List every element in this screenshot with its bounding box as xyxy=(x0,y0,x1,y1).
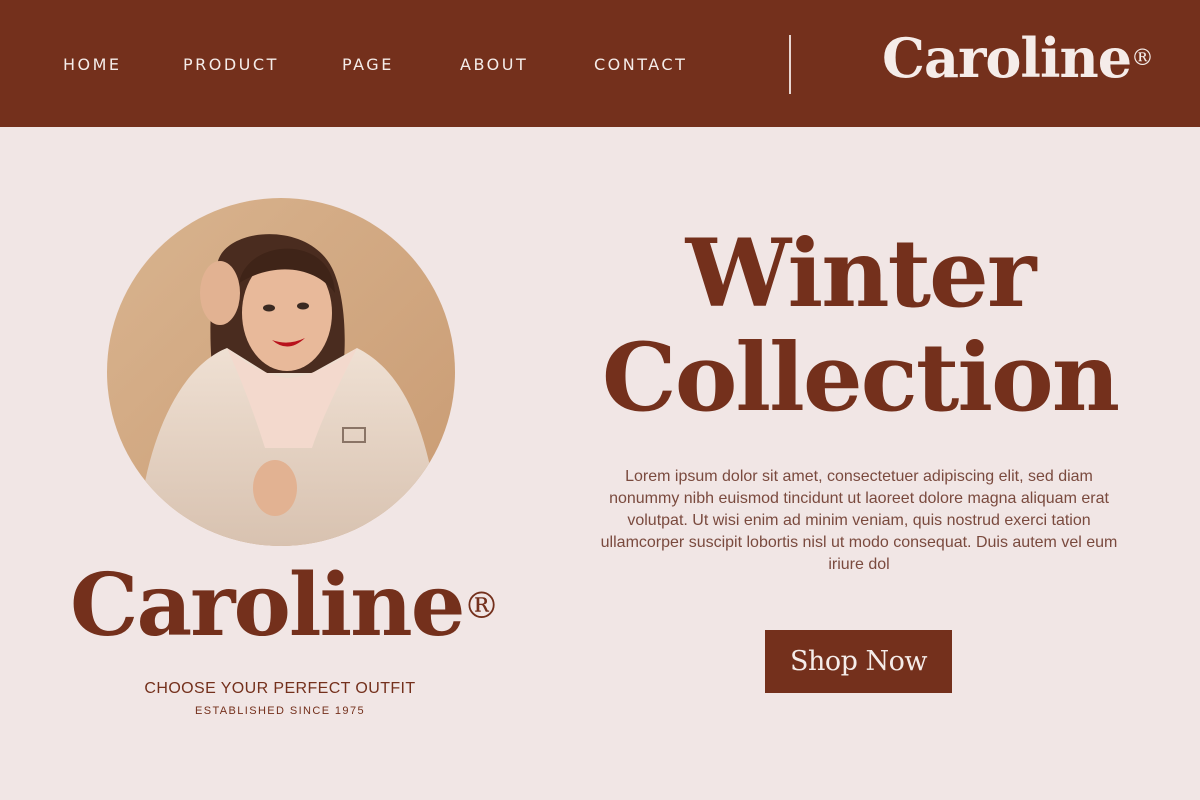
headline-line-1: Winter xyxy=(685,219,1037,329)
header-logo[interactable]: Caroline® xyxy=(882,26,1154,90)
registered-mark: ® xyxy=(1131,45,1154,71)
brand-logo-large: Caroline® xyxy=(70,556,530,656)
established-note: ESTABLISHED SINCE 1975 xyxy=(195,705,365,717)
hero-description: Lorem ipsum dolor sit amet, consectetuer… xyxy=(600,468,1118,573)
hero-headline: Winter Collection xyxy=(600,222,1120,430)
headline-line-2: Collection xyxy=(601,323,1120,433)
nav-product-link[interactable]: PRODUCT xyxy=(183,55,342,74)
model-portrait-image xyxy=(107,198,455,546)
nav-contact-link[interactable]: CONTACT xyxy=(594,55,714,74)
header-logo-text: Caroline xyxy=(882,26,1132,90)
top-navigation-bar: HOME PRODUCT PAGE ABOUT CONTACT Caroline… xyxy=(0,0,1200,127)
nav-page-link[interactable]: PAGE xyxy=(342,55,460,74)
brand-logo-text: Caroline xyxy=(70,555,465,656)
main-nav: HOME PRODUCT PAGE ABOUT CONTACT xyxy=(63,55,714,74)
nav-about-link[interactable]: ABOUT xyxy=(460,55,594,74)
brand-tagline: CHOOSE YOUR PERFECT OUTFIT xyxy=(144,680,416,697)
nav-home-link[interactable]: HOME xyxy=(63,55,183,74)
shop-now-button[interactable]: Shop Now xyxy=(765,630,952,693)
nav-divider xyxy=(789,35,791,94)
registered-mark-large: ® xyxy=(463,584,499,627)
